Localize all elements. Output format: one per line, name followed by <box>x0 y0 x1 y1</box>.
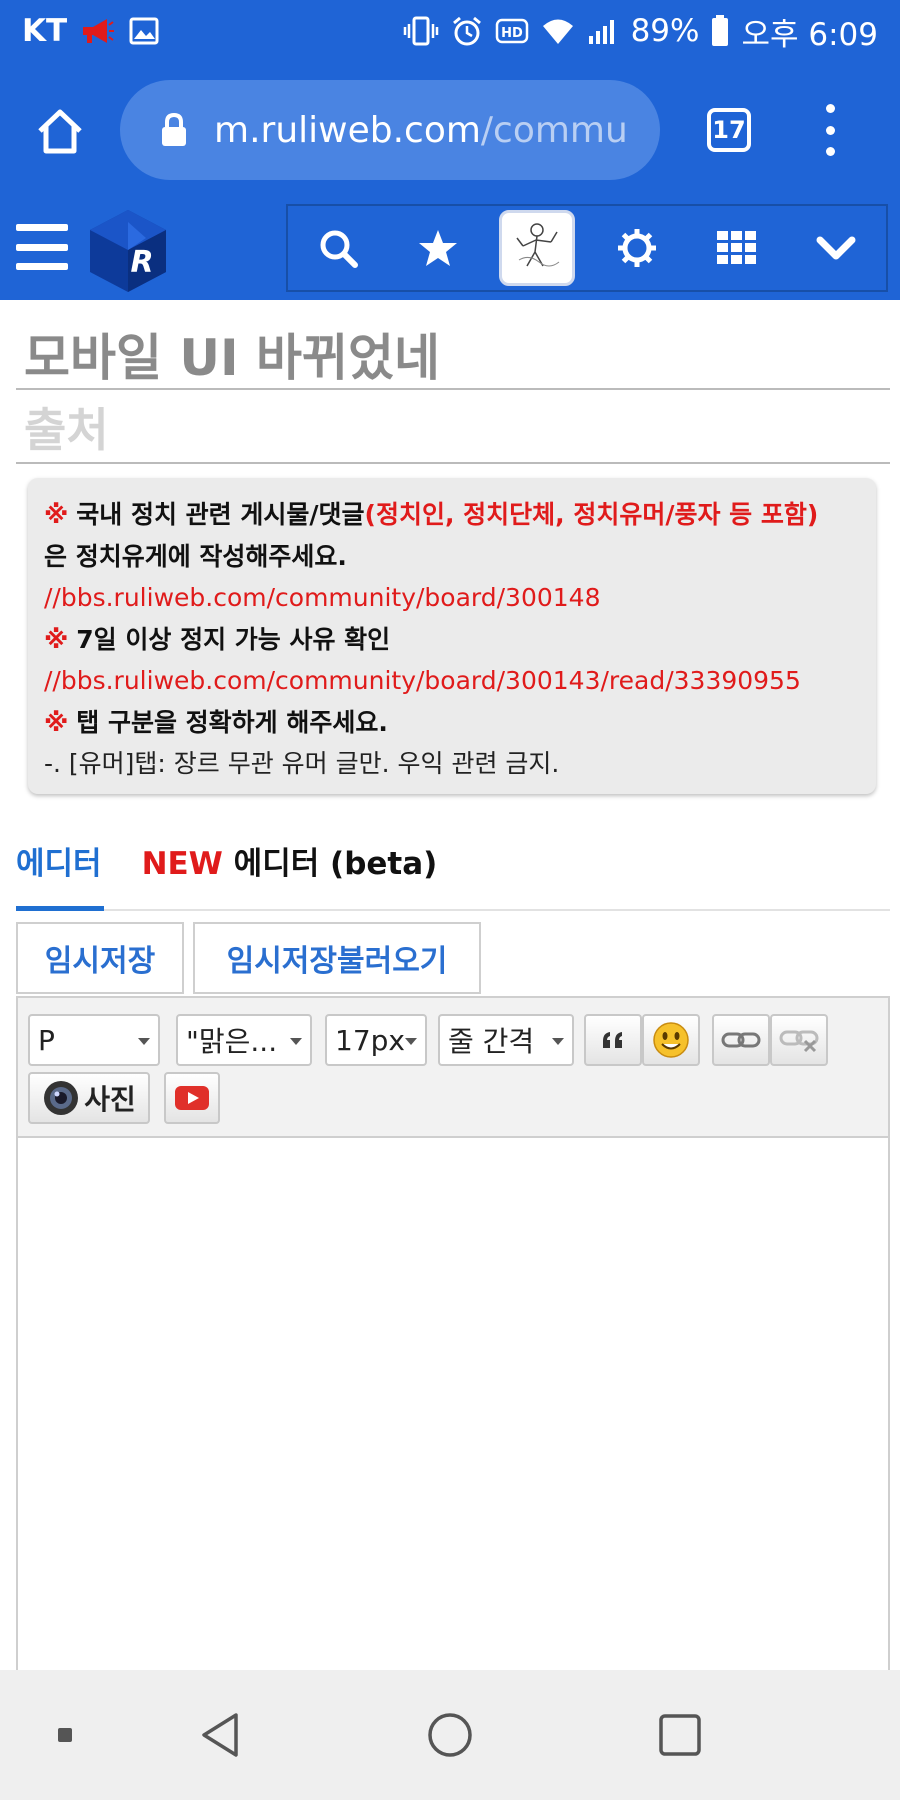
search-button[interactable] <box>288 205 388 291</box>
recents-button[interactable] <box>650 1670 710 1800</box>
photo-button[interactable]: 사진 <box>28 1072 150 1124</box>
quote-icon <box>603 1032 622 1048</box>
carrier-label: KT <box>22 13 68 49</box>
grid-icon <box>716 231 756 264</box>
url-field[interactable]: m.ruliweb.com/commu <box>120 80 660 180</box>
signal-icon <box>588 20 614 44</box>
site-header: R <box>0 200 900 300</box>
divider <box>16 388 890 390</box>
square-icon <box>659 1714 701 1756</box>
vibrate-icon <box>403 16 438 46</box>
notice-line: 은 정치유게에 작성해주세요. <box>44 541 347 571</box>
line-height-select[interactable]: 줄 간격 <box>438 1014 574 1066</box>
hamburger-menu-icon[interactable] <box>16 224 68 270</box>
avatar-sketch-icon <box>516 223 560 267</box>
active-tab-indicator <box>16 906 104 911</box>
profile-button[interactable] <box>487 205 587 291</box>
youtube-icon <box>175 1086 209 1110</box>
image-icon <box>129 17 159 45</box>
url-text: m.ruliweb.com/commu <box>214 109 628 151</box>
recent-dot-button[interactable] <box>40 1670 90 1800</box>
smiley-icon <box>653 1022 689 1058</box>
apps-button[interactable] <box>687 205 787 291</box>
unlink-icon <box>779 1030 819 1053</box>
wifi-icon <box>542 19 573 44</box>
temp-save-button[interactable]: 임시저장 <box>16 922 184 994</box>
quote-button[interactable] <box>584 1014 642 1066</box>
editor-tabs: 에디터 NEW 에디터 (beta) <box>16 830 437 890</box>
status-bar: KT HD 89% 오후 6:09 <box>0 0 900 62</box>
format-select[interactable]: P <box>28 1014 160 1066</box>
divider <box>16 462 890 464</box>
battery-icon <box>712 15 729 46</box>
temp-load-button[interactable]: 임시저장불러오기 <box>193 922 481 994</box>
board-notice: ※ 국내 정치 관련 게시물/댓글(정치인, 정치단체, 정치유머/풍자 등 포… <box>28 478 876 794</box>
source-input[interactable]: 출처 <box>24 394 109 460</box>
system-navigation-bar <box>0 1670 900 1800</box>
back-button[interactable] <box>190 1670 250 1800</box>
hd-icon: HD <box>495 18 528 44</box>
svg-text:HD: HD <box>501 26 523 41</box>
link-icon <box>721 1032 761 1048</box>
font-size-select[interactable]: 17px <box>325 1014 427 1066</box>
gear-icon <box>617 229 656 267</box>
link-button[interactable] <box>712 1014 770 1066</box>
search-icon <box>320 230 358 268</box>
tab-new-editor[interactable]: NEW 에디터 (beta) <box>142 838 438 883</box>
star-icon <box>418 230 457 266</box>
ruliweb-logo[interactable]: R <box>86 208 170 292</box>
home-button[interactable] <box>0 62 120 200</box>
dot-icon <box>58 1728 72 1742</box>
home-icon <box>38 109 82 154</box>
font-select[interactable]: "맑은... <box>176 1014 312 1066</box>
unlink-button[interactable] <box>770 1014 828 1066</box>
home-nav-button[interactable] <box>420 1670 480 1800</box>
tab-editor[interactable]: 에디터 <box>16 838 102 883</box>
battery-percent: 89% <box>630 13 700 49</box>
avatar <box>499 210 576 286</box>
svg-text:R: R <box>130 245 153 280</box>
editor-toolbar: P "맑은... 17px 줄 간격 사진 <box>18 998 888 1138</box>
browser-menu-button[interactable] <box>810 98 850 162</box>
tab-baseline <box>16 909 890 911</box>
clock: 오후 6:09 <box>741 16 878 53</box>
expand-button[interactable] <box>786 205 886 291</box>
notice-link[interactable]: //bbs.ruliweb.com/community/board/300143… <box>44 660 860 702</box>
browser-toolbar: m.ruliweb.com/commu 17 <box>0 62 900 200</box>
home-circle-icon <box>428 1713 472 1757</box>
settings-button[interactable] <box>587 205 687 291</box>
lock-icon <box>162 112 186 146</box>
chevron-down-icon <box>816 236 856 260</box>
back-triangle-icon <box>202 1713 238 1757</box>
megaphone-icon <box>83 19 115 43</box>
alarm-icon <box>452 16 481 46</box>
notice-link[interactable]: //bbs.ruliweb.com/community/board/300148 <box>44 577 860 619</box>
favorites-button[interactable] <box>388 205 488 291</box>
video-button[interactable] <box>164 1072 220 1124</box>
emoji-button[interactable] <box>642 1014 700 1066</box>
camera-lens-icon <box>44 1081 79 1115</box>
tab-switcher-button[interactable]: 17 <box>707 108 751 152</box>
site-nav <box>286 204 888 292</box>
notice-line: -. [유머]탭: 장르 무관 유머 글만. 우익 관련 금지. <box>44 749 560 778</box>
post-title-input[interactable]: 모바일 UI 바뀌었네 <box>24 318 440 390</box>
